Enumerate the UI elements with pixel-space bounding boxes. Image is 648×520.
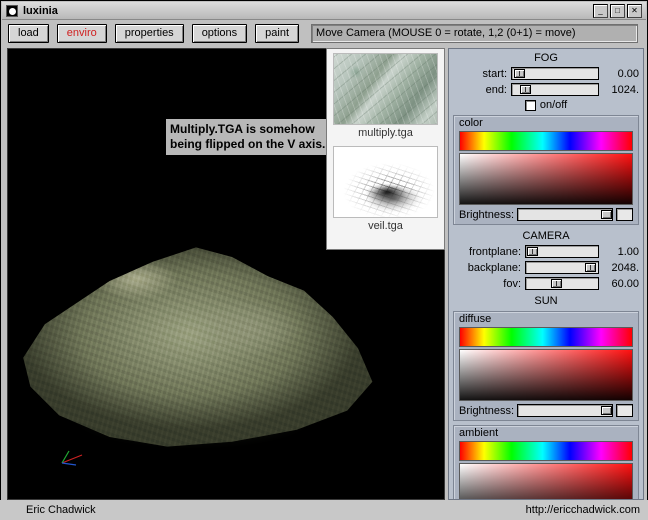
fog-color-gradient[interactable] [459,153,633,205]
fog-onoff-label: on/off [539,99,568,111]
sun-diffuse-brightness-box[interactable] [616,404,633,417]
sun-diffuse-group: diffuse Brightness: [453,311,639,421]
camera-section-title: CAMERA [522,230,570,242]
camera-fov-slider[interactable] [525,277,599,290]
fog-section-title: FOG [534,52,558,64]
fog-color-title: color [459,117,483,129]
texture-label-multiply: multiply.tga [358,127,413,139]
sun-diffuse-hue-strip[interactable] [459,327,633,347]
camera-frontplane-row: frontplane: 1.00 [453,244,639,259]
camera-backplane-value: 2048. [611,261,639,274]
sun-section-title: SUN [534,295,558,307]
sun-diffuse-brightness-label: Brightness: [459,404,515,417]
sun-diffuse-brightness-row: Brightness: [459,404,633,417]
application-window: luxinia _ □ ✕ load enviro properties opt… [0,0,648,520]
sun-ambient-gradient[interactable] [459,463,633,499]
fog-onoff-row[interactable]: on/off [449,99,643,111]
texture-thumbnail-veil[interactable] [333,146,438,218]
camera-fov-label: fov: [503,277,521,290]
camera-frontplane-value: 1.00 [617,245,639,258]
toolbar-button-options[interactable]: options [191,23,248,43]
fog-end-label: end: [485,83,507,96]
camera-backplane-label: backplane: [467,261,521,274]
fog-brightness-row: Brightness: [459,208,633,221]
fog-brightness-box[interactable] [616,208,633,221]
camera-fov-row: fov: 60.00 [453,276,639,291]
toolbar-button-properties[interactable]: properties [114,23,184,43]
sun-diffuse-gradient[interactable] [459,349,633,401]
window-title: luxinia [23,4,58,17]
sun-diffuse-title: diffuse [459,313,492,325]
main-toolbar: load enviro properties options paint Mov… [2,20,646,46]
sun-ambient-title: ambient [459,427,499,439]
camera-backplane-row: backplane: 2048. [453,260,639,275]
sun-diffuse-brightness-slider[interactable] [517,404,613,417]
website-url: http://ericchadwick.com [525,504,640,516]
fog-start-slider[interactable] [511,67,599,80]
texture-label-veil: veil.tga [368,220,403,232]
fog-brightness-slider[interactable] [517,208,613,221]
toolbar-button-load[interactable]: load [8,23,49,43]
toolbar-button-enviro[interactable]: enviro [56,23,107,43]
fog-end-slider[interactable] [511,83,599,96]
author-label: Eric Chadwick [26,504,96,516]
sun-ambient-group: ambient Brightness: [453,425,639,499]
camera-frontplane-label: frontplane: [469,245,521,258]
terrain-mesh [23,247,373,447]
fog-color-hue-strip[interactable] [459,131,633,151]
texture-thumbnail-multiply[interactable] [333,53,438,125]
toolbar-button-paint[interactable]: paint [255,23,300,43]
fog-end-row: end: 1024. [453,82,639,97]
minimize-button[interactable]: _ [593,3,608,18]
axis-gizmo-icon [61,450,83,466]
close-button[interactable]: ✕ [627,3,642,18]
fog-start-row: start: 0.00 [453,66,639,81]
toolbar-status-text: Move Camera (MOUSE 0 = rotate, 1,2 (0+1)… [311,23,638,43]
fog-start-label: start: [482,67,507,80]
environment-panel: FOG start: 0.00 end: 1024. on/off color … [448,48,644,500]
fog-end-value: 1024. [611,83,639,96]
sun-ambient-hue-strip[interactable] [459,441,633,461]
annotation-note: Multiply.TGA is somehow being flipped on… [166,119,350,155]
camera-fov-value: 60.00 [611,277,639,290]
window-controls: _ □ ✕ [593,3,642,18]
texture-preview-panel: multiply.tga veil.tga [326,48,445,250]
camera-backplane-slider[interactable] [525,261,599,274]
fog-color-group: color Brightness: [453,115,639,225]
app-icon [6,4,18,17]
fog-start-value: 0.00 [617,67,639,80]
fog-brightness-label: Brightness: [459,208,515,221]
fog-onoff-checkbox[interactable] [524,99,536,111]
title-bar: luxinia _ □ ✕ [2,2,646,20]
bottom-status-bar: Eric Chadwick http://ericchadwick.com [0,500,648,520]
camera-frontplane-slider[interactable] [525,245,599,258]
maximize-button[interactable]: □ [610,3,625,18]
